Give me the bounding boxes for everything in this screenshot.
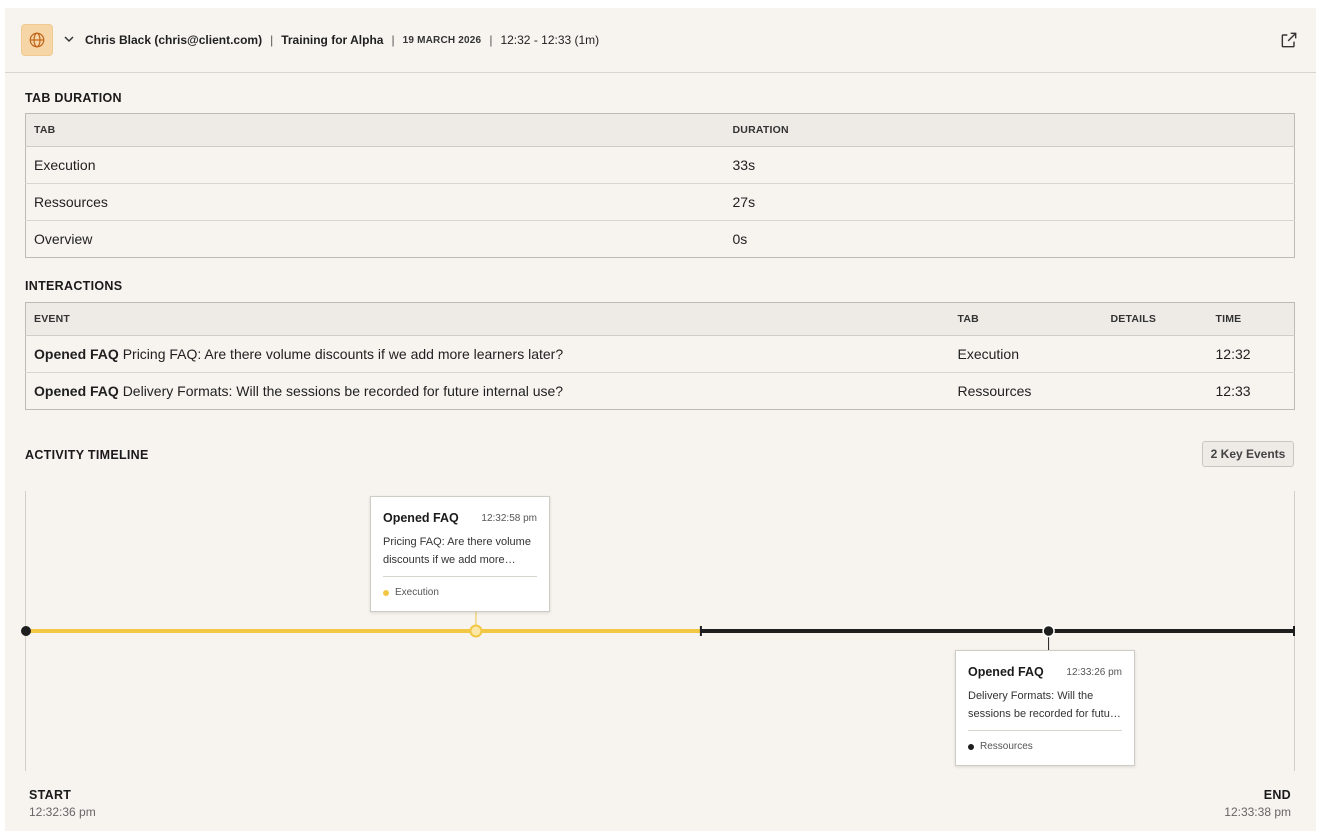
- interactions-title: INTERACTIONS: [25, 279, 123, 293]
- event-type: Opened FAQ: [34, 383, 119, 399]
- tab-color-dot: [383, 589, 389, 596]
- interactions-table: EVENT TAB DETAILS TIME Opened FAQ Pricin…: [25, 302, 1295, 410]
- session-header: Chris Black (chris@client.com) | Trainin…: [5, 8, 1316, 73]
- event-card-tab-label: Execution: [395, 587, 439, 598]
- event-card-tab-label: Ressources: [980, 741, 1033, 752]
- event-card-body-line: discounts if we add more…: [383, 554, 516, 566]
- tab-duration: 27s: [724, 183, 1295, 221]
- divider: [968, 730, 1122, 731]
- table-row: Overview 0s: [26, 221, 1295, 258]
- column-header-time: TIME: [1207, 302, 1295, 336]
- event-cell: Opened FAQ Delivery Formats: Will the se…: [26, 373, 950, 410]
- event-type: Opened FAQ: [34, 346, 119, 362]
- event-marker[interactable]: [469, 624, 483, 638]
- separator: |: [391, 33, 395, 47]
- session-panel: Chris Black (chris@client.com) | Trainin…: [5, 8, 1316, 831]
- event-card-body-line: sessions be recorded for futu…: [968, 708, 1121, 720]
- timeline-start-label: START: [29, 788, 72, 802]
- timeline-start-line: [25, 491, 26, 771]
- tab-name: Ressources: [25, 183, 725, 221]
- timeline-end-label: END: [1263, 788, 1291, 802]
- session-time-range: 12:32 - 12:33 (1m): [500, 33, 600, 47]
- event-tab: Ressources: [957, 383, 1032, 399]
- event-text: Pricing FAQ: Are there volume discounts …: [122, 346, 564, 362]
- timeline-start-marker: [21, 626, 31, 636]
- tab-duration: 0s: [732, 231, 748, 247]
- event-card-body-line: Delivery Formats: Will the: [968, 690, 1094, 702]
- event-card-body-line: Pricing FAQ: Are there volume: [383, 536, 531, 548]
- timeline-end-line: [1294, 491, 1295, 771]
- event-tab: Execution: [949, 335, 1103, 373]
- column-header-tab: TAB: [25, 113, 725, 147]
- event-card-tab: Ressources: [968, 741, 1033, 752]
- globe-button[interactable]: [21, 24, 53, 56]
- event-card[interactable]: Opened FAQ 12:33:26 pm Delivery Formats:…: [955, 650, 1135, 766]
- event-details: [1102, 335, 1208, 373]
- table-row: Execution 33s: [25, 146, 1295, 184]
- activity-timeline-title: ACTIVITY TIMELINE: [25, 448, 149, 462]
- chevron-down-icon[interactable]: [62, 32, 76, 46]
- timeline-start-time: 12:32:36 pm: [29, 805, 96, 819]
- divider: [383, 576, 537, 577]
- training-name: Training for Alpha: [281, 33, 384, 47]
- external-link-icon[interactable]: [1279, 30, 1299, 50]
- column-header-details: DETAILS: [1102, 302, 1208, 336]
- event-card-body: Delivery Formats: Will the sessions be r…: [968, 687, 1124, 723]
- globe-icon: [29, 32, 45, 48]
- column-header-duration: DURATION: [724, 113, 1295, 147]
- event-cell: Opened FAQ Pricing FAQ: Are there volume…: [25, 335, 950, 373]
- column-header-event: EVENT: [25, 302, 950, 336]
- key-events-button[interactable]: 2 Key Events: [1202, 441, 1294, 467]
- tab-duration-title: TAB DURATION: [25, 91, 122, 105]
- table-row: Opened FAQ Delivery Formats: Will the se…: [26, 373, 1295, 410]
- separator: |: [489, 33, 493, 47]
- tab-color-dot: [968, 743, 974, 750]
- tab-name: Overview: [34, 231, 93, 247]
- table-row: Ressources 27s: [25, 183, 1295, 221]
- event-card-tab: Execution: [383, 587, 439, 598]
- event-card-time: 12:33:26 pm: [1066, 667, 1122, 678]
- session-summary: Chris Black (chris@client.com) | Trainin…: [85, 32, 599, 48]
- tab-duration-table: TAB DURATION Execution 33s Ressources 27…: [25, 113, 1295, 258]
- event-text: Delivery Formats: Will the sessions be r…: [122, 383, 564, 399]
- event-card-title: Opened FAQ: [383, 511, 459, 525]
- event-time: 12:32: [1207, 335, 1295, 373]
- event-card-time: 12:32:58 pm: [481, 513, 537, 524]
- column-header-tab: TAB: [949, 302, 1103, 336]
- tab-duration: 33s: [724, 146, 1295, 184]
- event-card-title: Opened FAQ: [968, 665, 1044, 679]
- event-details: [1103, 373, 1208, 410]
- tab-name: Execution: [25, 146, 725, 184]
- event-marker[interactable]: [1042, 624, 1055, 638]
- user-name: Chris Black (chris@client.com): [85, 33, 263, 47]
- event-time: 12:33: [1215, 383, 1251, 399]
- separator: |: [270, 33, 274, 47]
- event-card-body: Pricing FAQ: Are there volume discounts …: [383, 533, 539, 569]
- session-date: 19 MARCH 2026: [402, 34, 482, 46]
- timeline-end-time: 12:33:38 pm: [1224, 805, 1291, 819]
- event-card[interactable]: Opened FAQ 12:32:58 pm Pricing FAQ: Are …: [370, 496, 550, 612]
- table-row: Opened FAQ Pricing FAQ: Are there volume…: [25, 335, 1295, 373]
